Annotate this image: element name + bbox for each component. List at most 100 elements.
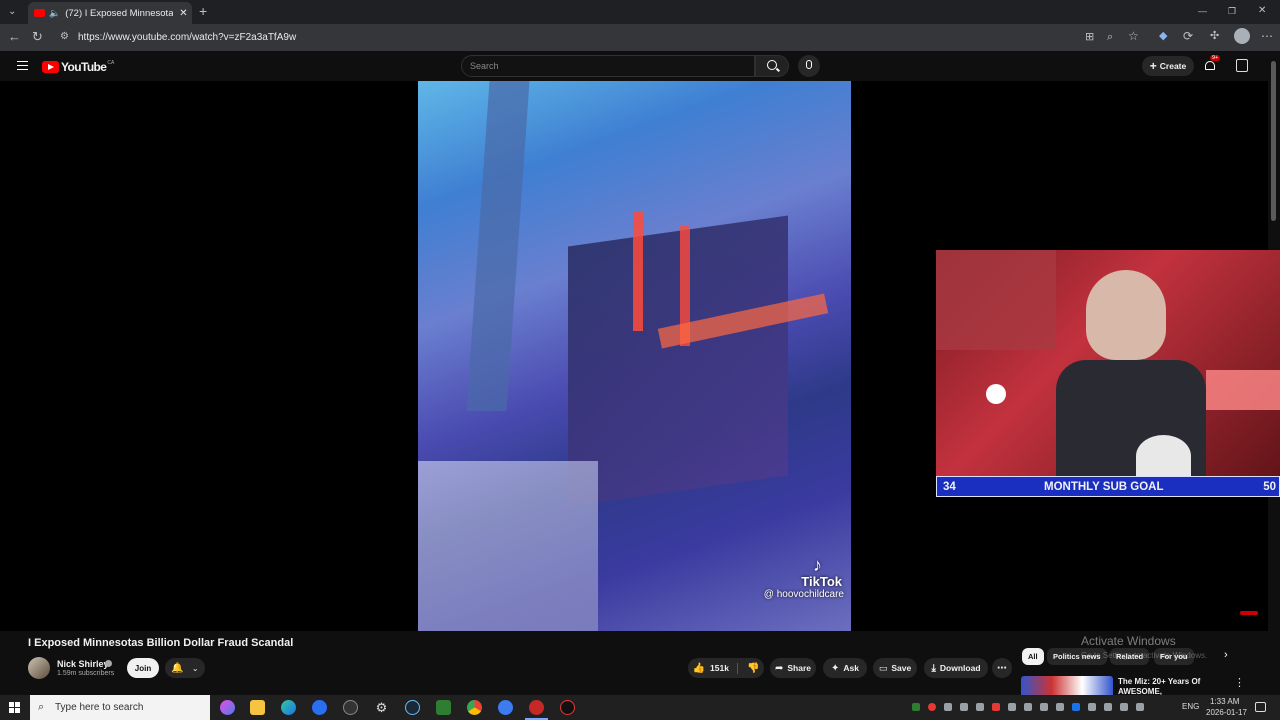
tab-list-chevron-icon[interactable]: ⌄ [8,6,16,18]
refresh-extension-icon[interactable]: ⟳ [1183,30,1193,42]
chip-all[interactable]: All [1022,648,1044,665]
settings-gear-icon[interactable]: ⚙ [374,700,389,715]
media-app-icon[interactable] [343,700,358,715]
youtube-favicon-icon [34,9,45,17]
search-button[interactable] [755,55,789,77]
browser-toolbar: ← ↻ ⚙ https://www.youtube.com/watch?v=zF… [0,24,1280,51]
hamburger-menu-icon[interactable] [17,61,28,70]
video-scene-shape [418,461,598,631]
microphone-icon [806,60,812,69]
video-scene-shape [633,211,643,331]
taskbar-search-input[interactable]: ⌕ Type here to search [30,695,210,720]
obs-icon[interactable] [529,700,544,715]
tray-icon[interactable] [944,703,952,711]
clock-date[interactable]: 2026-01-17 [1206,708,1247,717]
tray-icon[interactable] [912,703,920,711]
site-info-icon[interactable]: ⚙ [60,31,69,42]
tiktok-watermark: ♪ TikTok @ hoovochildcare [740,556,850,600]
more-actions-button[interactable]: ⋯ [992,658,1012,678]
address-bar[interactable]: ⚙ https://www.youtube.com/watch?v=zF2a3a… [54,27,1154,48]
tray-icon[interactable] [1024,703,1032,711]
more-menu-icon[interactable]: ⋯ [1261,30,1273,42]
subscribe-bell-button[interactable]: 🔔 ⌄ [165,658,205,678]
activate-windows-subtitle: Go to Settings to activate Windows. [1081,651,1208,660]
search-placeholder: Search [470,61,499,71]
download-button[interactable]: ⤓ Download [924,658,988,678]
network-icon[interactable] [1136,703,1144,711]
share-button[interactable]: ➦ Share [770,658,816,678]
like-button[interactable]: 👍 151k [693,662,738,674]
sparkle-icon: ✦ [831,662,840,674]
webcam-scene-shape [1136,435,1191,477]
voice-search-button[interactable] [798,55,820,77]
tray-icon[interactable] [1072,703,1080,711]
tray-icon[interactable] [1040,703,1048,711]
video-frame: ♪ TikTok @ hoovochildcare [418,81,851,631]
profile-avatar[interactable] [1234,28,1250,44]
save-button[interactable]: ▭ Save [873,658,917,678]
tray-icon[interactable] [1056,703,1064,711]
notifications-bell-icon[interactable]: 9+ [1204,55,1221,72]
video-title: I Exposed Minnesotas Billion Dollar Frau… [28,637,294,649]
webcam-scene-shape [986,384,1006,404]
tray-icon[interactable] [1104,703,1112,711]
tray-icon[interactable] [1088,703,1096,711]
copilot-icon[interactable] [220,700,235,715]
language-indicator[interactable]: ENG [1182,702,1199,711]
taskbar-search-placeholder: Type here to search [55,702,144,713]
share-label: Share [787,663,811,673]
channel-avatar-icon[interactable] [1236,59,1248,72]
chip-scroll-right-icon[interactable]: › [1224,649,1228,661]
webcam-scene-shape [936,250,1056,350]
usb-icon[interactable] [1120,703,1128,711]
extension-icon[interactable]: ◆ [1159,30,1167,42]
edge-icon[interactable] [281,700,296,715]
restore-icon[interactable]: ❐ [1228,5,1236,17]
tiktok-logo-icon: ♪ [813,555,822,575]
tray-icon[interactable] [992,703,1000,711]
new-tab-icon[interactable]: + [199,4,207,18]
youtube-logo[interactable]: YouTube CA [42,60,114,74]
recommendation-thumbnail[interactable] [1021,676,1113,695]
tab-close-icon[interactable]: ✕ [179,8,187,19]
recommendation-menu-icon[interactable]: ⋮ [1234,676,1245,689]
steam-icon[interactable] [405,700,420,715]
browser-tab[interactable]: 🔈 (72) I Exposed Minnesotas B ✕ [28,2,192,24]
bookmark-star-icon[interactable]: ☆ [1128,30,1139,42]
join-button[interactable]: Join [127,658,159,678]
file-explorer-icon[interactable] [250,700,265,715]
app-blue-icon[interactable] [498,700,513,715]
chrome-icon[interactable] [467,700,482,715]
ask-button[interactable]: ✦ Ask [823,658,867,678]
tray-icon[interactable] [960,703,968,711]
like-dislike-group: 👍 151k 👎 [688,658,764,678]
recommendation-title[interactable]: The Miz: 20+ Years Of AWESOME, Headlinin… [1118,677,1204,695]
tray-icon[interactable] [928,703,936,711]
app-install-icon[interactable]: ⊞ [1085,31,1094,43]
app-icon[interactable] [312,700,327,715]
save-icon: ▭ [878,662,888,673]
notes-app-icon[interactable] [436,700,451,715]
windows-start-icon[interactable] [9,702,20,713]
app-dark-icon[interactable] [560,700,575,715]
minimize-icon[interactable]: — [1198,5,1207,17]
tiktok-brand: TikTok [801,574,842,589]
close-window-icon[interactable]: ✕ [1258,5,1266,17]
clock-time[interactable]: 1:33 AM [1210,697,1239,706]
tray-icon[interactable] [1008,703,1016,711]
red-indicator [1240,611,1258,615]
chevron-down-icon: ⌄ [191,663,199,673]
channel-name[interactable]: Nick Shirley [57,659,109,669]
reload-icon[interactable]: ↻ [32,30,43,43]
back-arrow-icon[interactable]: ← [8,30,21,43]
notifications-icon[interactable] [1255,702,1266,712]
create-button[interactable]: + Create [1142,56,1194,76]
speaker-icon[interactable]: 🔈 [49,8,60,19]
scrollbar-thumb[interactable] [1271,61,1276,221]
search-input[interactable]: Search [461,55,755,77]
tray-icon[interactable] [976,703,984,711]
zoom-icon[interactable]: ⌕ [1107,31,1113,43]
puzzle-extensions-icon[interactable]: ✣ [1210,30,1219,42]
channel-avatar[interactable] [28,657,50,679]
dislike-button[interactable]: 👎 [742,663,759,674]
